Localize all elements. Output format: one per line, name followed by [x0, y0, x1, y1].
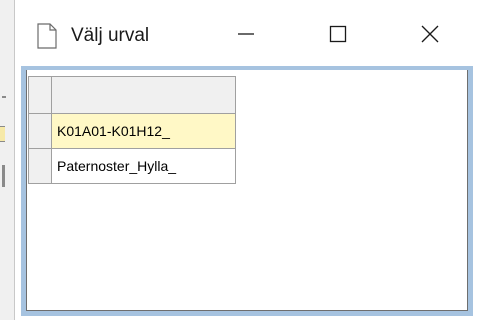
grid-header-row [28, 76, 236, 114]
dialog-window: Välj urval K01A01-K01H12_ Paternoster_Hy… [14, 0, 479, 320]
corner-header[interactable] [28, 76, 52, 114]
background-mark [0, 126, 5, 142]
grid-cell[interactable]: Paternoster_Hylla_ [51, 148, 236, 184]
minimize-button[interactable] [223, 16, 269, 52]
table-row[interactable]: K01A01-K01H12_ [28, 113, 236, 149]
grid-cell[interactable]: K01A01-K01H12_ [51, 113, 236, 149]
client-area: K01A01-K01H12_ Paternoster_Hylla_ [26, 70, 468, 311]
row-header[interactable] [28, 113, 52, 149]
row-header[interactable] [28, 148, 52, 184]
maximize-button[interactable] [315, 16, 361, 52]
background-window-edge [0, 0, 14, 320]
minimize-icon [238, 33, 254, 35]
window-frame: K01A01-K01H12_ Paternoster_Hylla_ [21, 66, 473, 316]
close-icon [421, 25, 439, 43]
selection-grid: K01A01-K01H12_ Paternoster_Hylla_ [28, 76, 236, 184]
title-bar[interactable]: Välj urval [15, 0, 479, 66]
background-mark [2, 96, 6, 98]
table-row[interactable]: Paternoster_Hylla_ [28, 148, 236, 184]
close-button[interactable] [407, 16, 453, 52]
window-title: Välj urval [71, 25, 150, 46]
background-mark [2, 165, 5, 187]
document-icon [37, 23, 57, 49]
column-header[interactable] [51, 76, 236, 114]
maximize-icon [329, 25, 347, 43]
